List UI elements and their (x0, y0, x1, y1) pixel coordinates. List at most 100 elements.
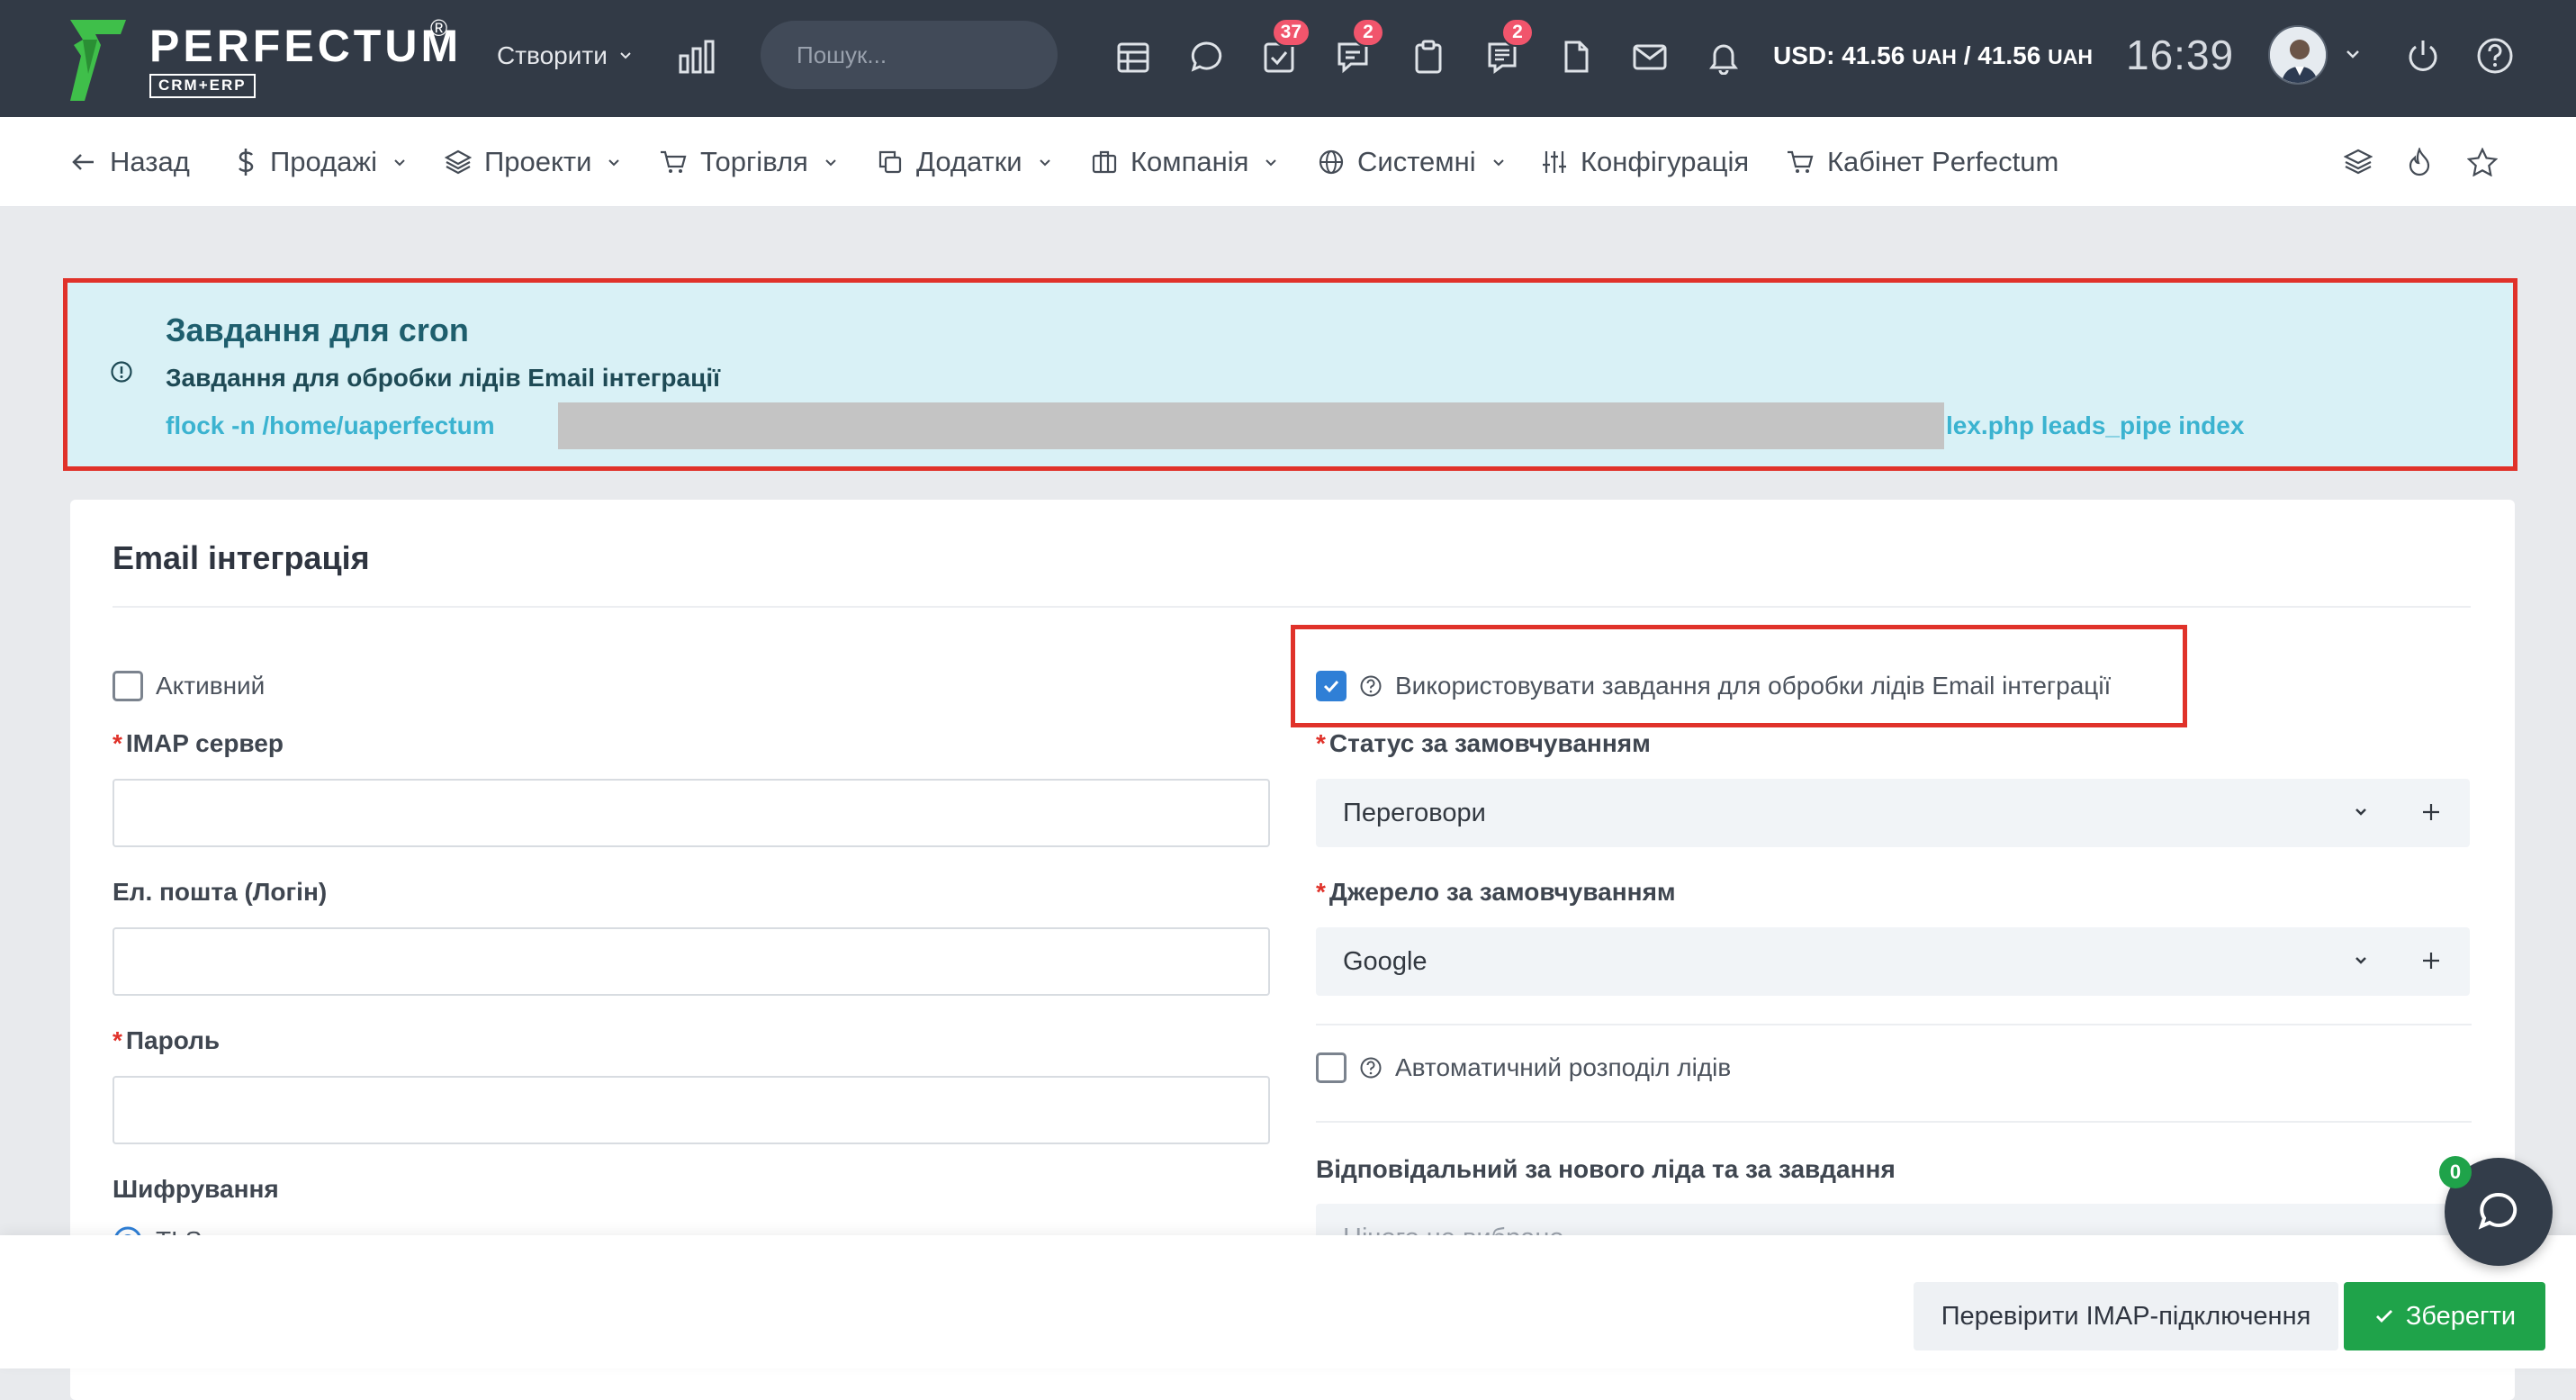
nav-config-label: Конфігурація (1581, 146, 1750, 177)
required-mark: * (1316, 878, 1326, 906)
default-source-value: Google (1343, 946, 1428, 976)
brand-name: PERFECTUM (149, 21, 463, 71)
layers-icon[interactable] (2338, 142, 2378, 182)
create-menu[interactable]: Створити (497, 36, 633, 76)
cart-icon (661, 150, 687, 173)
auto-assign-label: Автоматичний розподіл лідів (1395, 1053, 1732, 1081)
file-icon[interactable] (1555, 36, 1597, 77)
auto-assign-checkbox[interactable] (1316, 1052, 1347, 1083)
search-input[interactable] (795, 40, 1100, 70)
top-bar: PERFECTUM ® CRM+ERP Створити 37 2 2 (0, 0, 2576, 117)
star-icon[interactable] (2463, 142, 2502, 182)
chevron-down-icon (394, 159, 405, 167)
nav-trade-label: Торгівля (700, 146, 808, 177)
avatar[interactable] (2268, 25, 2328, 85)
power-icon[interactable] (2403, 36, 2443, 76)
dollar-icon (239, 149, 254, 176)
alert-title: Завдання для cron (166, 312, 469, 348)
copy-icon (878, 150, 902, 174)
chevron-down-icon (1492, 159, 1504, 167)
check-icon (2375, 1310, 2392, 1323)
plus-icon[interactable] (2419, 800, 2443, 824)
notes-icon[interactable]: 2 (1482, 18, 1534, 77)
card-title: Email інтеграція (113, 539, 370, 576)
question-icon[interactable] (1359, 674, 1383, 698)
password-label-text: Пароль (125, 1026, 221, 1054)
currency-uah-unit: UAH (1912, 45, 1957, 68)
chevron-down-icon (1039, 159, 1050, 167)
chat-unread-badge: 0 (2439, 1156, 2472, 1188)
back-arrow-icon (72, 154, 94, 170)
help-icon[interactable] (2475, 36, 2515, 76)
mail-icon[interactable] (1629, 36, 1671, 77)
default-source-select[interactable]: Google (1316, 927, 2470, 996)
email-login-label: Ел. пошта (Логін) (113, 878, 328, 906)
use-tasks-toggle[interactable]: Використовувати завдання для обробки лід… (1316, 671, 2111, 701)
main-navigation: Назад Продажі Проекти Торгівля Додатки К… (0, 117, 2576, 207)
email-login-input[interactable] (113, 927, 1270, 996)
cron-command-start: flock -n /home/uaperfectum (166, 411, 495, 439)
imap-server-label-text: IMAP сервер (125, 729, 284, 757)
chat-widget-button[interactable]: 0 (2439, 1156, 2553, 1266)
save-button[interactable]: Зберегти (2344, 1282, 2545, 1350)
cart-icon (1788, 150, 1814, 173)
cron-command: flock -n /home/uaperfectum lex.php leads… (166, 402, 2244, 451)
brand-logo[interactable]: PERFECTUM ® CRM+ERP (70, 14, 458, 103)
nav-addons[interactable]: Додатки (877, 140, 1053, 184)
sliders-icon (1543, 151, 1566, 173)
default-source-label: * Джерело за замовчуванням (1316, 878, 1676, 907)
active-toggle[interactable]: Активний (113, 671, 265, 701)
cron-info-alert: Завдання для cron Завдання для обробки л… (67, 281, 2515, 470)
fire-icon[interactable] (2400, 142, 2439, 182)
form-footer: Перевірити IMAP-підключення Зберегти (0, 1235, 2576, 1368)
tasks-icon[interactable]: 37 (1258, 18, 1311, 77)
nav-back[interactable]: Назад (70, 140, 190, 184)
nav-company-label: Компанія (1130, 146, 1249, 177)
calendar-icon[interactable] (1112, 36, 1154, 77)
responsible-label: Відповідальний за нового ліда та за завд… (1316, 1155, 1896, 1183)
chat-icon[interactable]: 2 (1332, 18, 1384, 77)
default-status-value: Переговори (1343, 798, 1486, 827)
auto-assign-toggle[interactable]: Автоматичний розподіл лідів (1316, 1052, 1731, 1083)
nav-system[interactable]: Системні (1318, 140, 1507, 184)
clock: 16:39 (2126, 32, 2235, 78)
nav-cabinet-label: Кабінет Perfectum (1827, 146, 2059, 177)
divider (1316, 1121, 2472, 1123)
nav-company[interactable]: Компанія (1091, 140, 1279, 184)
default-status-label-text: Статус за замовчуванням (1329, 729, 1651, 757)
imap-server-input[interactable] (113, 779, 1270, 847)
nav-trade[interactable]: Торгівля (659, 140, 839, 184)
currency-usd: USD: 41.56 (1773, 41, 1905, 69)
search-box[interactable] (761, 21, 1100, 89)
nav-config[interactable]: Конфігурація (1541, 140, 1749, 184)
info-icon (111, 361, 132, 383)
message-icon[interactable] (1186, 36, 1228, 77)
nav-system-label: Системні (1357, 146, 1476, 177)
default-status-select[interactable]: Переговори (1316, 779, 2470, 847)
check-imap-button[interactable]: Перевірити IMAP-підключення (1914, 1282, 2338, 1350)
bell-icon[interactable] (1703, 36, 1744, 77)
question-icon[interactable] (1359, 1056, 1383, 1079)
create-menu-label: Створити (497, 41, 608, 69)
chevron-down-icon (825, 159, 836, 167)
currency-rate: USD: 41.56 UAH / 41.56 UAH (1773, 38, 2093, 75)
cron-command-end: lex.php leads_pipe index (1946, 411, 2245, 439)
nav-projects[interactable]: Проекти (445, 140, 622, 184)
briefcase-icon (1092, 150, 1117, 174)
use-tasks-checkbox[interactable] (1316, 671, 1347, 701)
required-mark: * (113, 1026, 122, 1054)
user-avatar-icon (2270, 27, 2326, 83)
required-mark: * (113, 729, 122, 757)
nav-sales[interactable]: Продажі (234, 140, 408, 184)
password-input[interactable] (113, 1076, 1270, 1144)
required-mark: * (1316, 729, 1326, 757)
nav-cabinet[interactable]: Кабінет Perfectum (1786, 140, 2058, 184)
plus-icon[interactable] (2419, 949, 2443, 972)
imap-server-label: * IMAP сервер (113, 729, 284, 758)
check-icon (1323, 680, 1339, 693)
clipboard-icon[interactable] (1408, 36, 1449, 77)
brand-registered: ® (430, 14, 448, 41)
active-checkbox[interactable] (113, 671, 143, 701)
chevron-down-icon[interactable] (2342, 43, 2364, 65)
bar-chart-icon[interactable] (677, 38, 716, 74)
